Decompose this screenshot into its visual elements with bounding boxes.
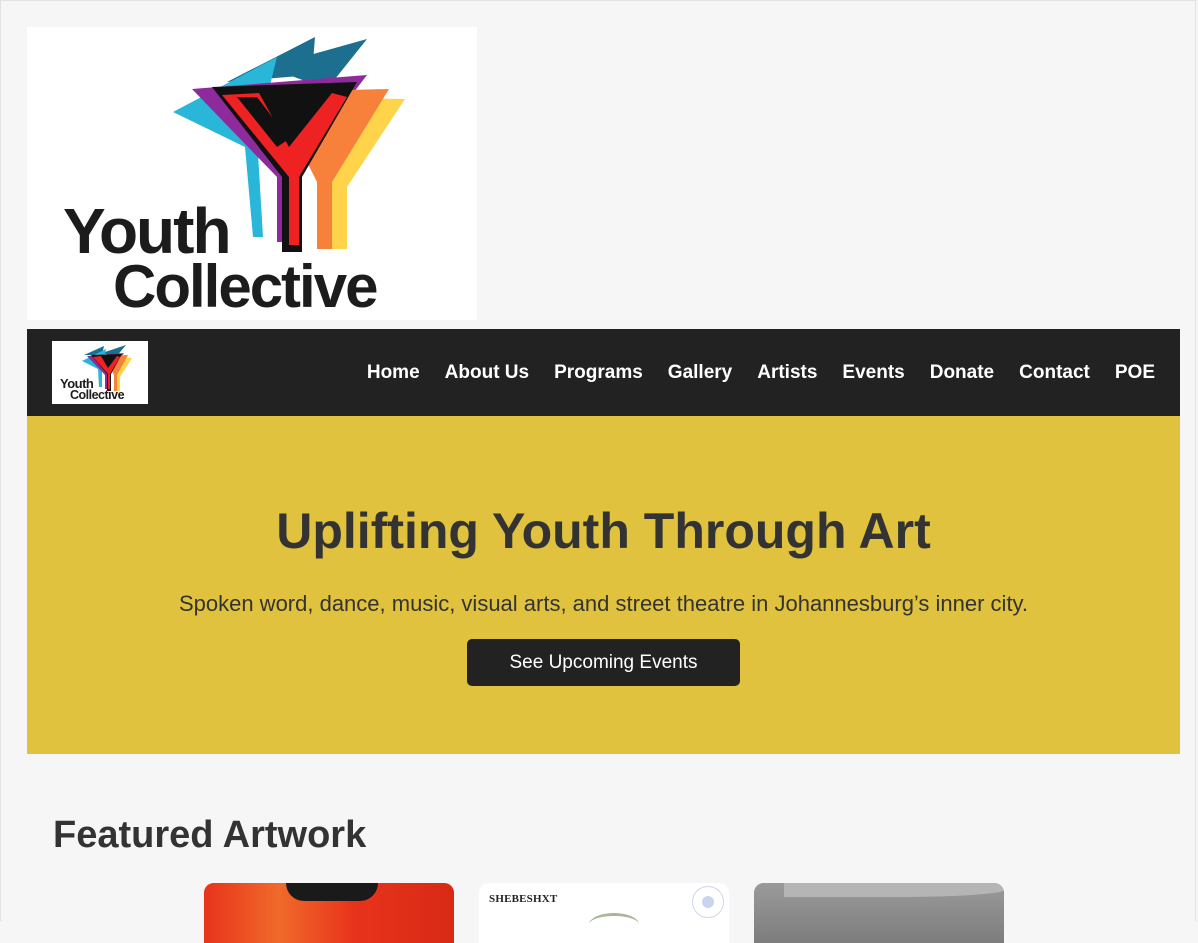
nav-link-programs[interactable]: Programs bbox=[554, 362, 643, 384]
nav-logo-word-collective: Collective bbox=[70, 388, 125, 402]
hero-subtitle: Spoken word, dance, music, visual arts, … bbox=[178, 591, 1029, 616]
main-navbar: Youth Collective Home About Us Programs … bbox=[27, 329, 1180, 416]
artwork-2-brand-text: SHEBESHXT bbox=[489, 893, 558, 905]
header-logo-image: Youth Collective bbox=[27, 27, 477, 320]
nav-link-donate[interactable]: Donate bbox=[930, 362, 994, 384]
artwork-1-cap-shape bbox=[286, 883, 378, 901]
nav-links: Home About Us Programs Gallery Artists E… bbox=[367, 329, 1155, 416]
artwork-card-3[interactable] bbox=[754, 883, 1004, 943]
nav-link-artists[interactable]: Artists bbox=[757, 362, 817, 384]
artwork-card-2[interactable]: SHEBESHXT bbox=[479, 883, 729, 943]
artwork-card-1[interactable] bbox=[204, 883, 454, 943]
artwork-3-hat-brim-shape bbox=[784, 883, 1004, 897]
nav-link-about-us[interactable]: About Us bbox=[445, 362, 529, 384]
hero-banner: Uplifting Youth Through Art Spoken word,… bbox=[27, 416, 1180, 754]
nav-link-home[interactable]: Home bbox=[367, 362, 420, 384]
see-upcoming-events-button[interactable]: See Upcoming Events bbox=[467, 639, 740, 686]
nav-link-events[interactable]: Events bbox=[842, 362, 904, 384]
featured-artwork-heading: Featured Artwork bbox=[53, 814, 367, 856]
nav-logo-link[interactable]: Youth Collective bbox=[52, 341, 148, 404]
nav-link-poe[interactable]: POE bbox=[1115, 362, 1155, 384]
nav-link-gallery[interactable]: Gallery bbox=[668, 362, 732, 384]
nav-link-contact[interactable]: Contact bbox=[1019, 362, 1090, 384]
artwork-2-badge-icon bbox=[692, 886, 724, 918]
hero-title: Uplifting Youth Through Art bbox=[276, 503, 931, 559]
logo-word-collective: Collective bbox=[113, 253, 378, 320]
artwork-2-hat-shape bbox=[589, 913, 639, 936]
